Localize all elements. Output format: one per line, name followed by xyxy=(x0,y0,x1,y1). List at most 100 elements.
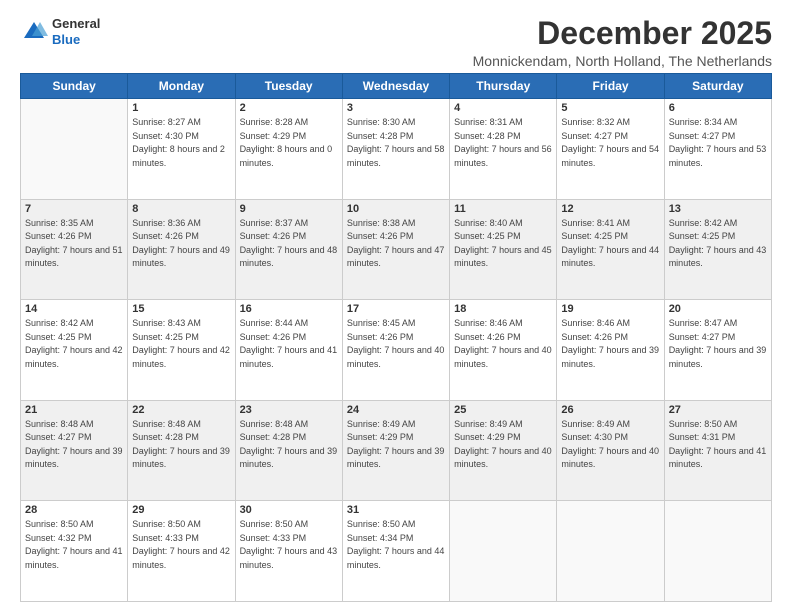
weekday-header-monday: Monday xyxy=(128,74,235,99)
day-info: Sunrise: 8:48 AMSunset: 4:27 PMDaylight:… xyxy=(25,418,123,472)
calendar-cell xyxy=(450,501,557,602)
day-info: Sunrise: 8:49 AMSunset: 4:29 PMDaylight:… xyxy=(347,418,445,472)
day-info: Sunrise: 8:30 AMSunset: 4:28 PMDaylight:… xyxy=(347,116,445,170)
calendar-page: General Blue December 2025 Monnickendam,… xyxy=(0,0,792,612)
calendar-cell: 22 Sunrise: 8:48 AMSunset: 4:28 PMDayligh… xyxy=(128,400,235,501)
day-number: 3 xyxy=(347,102,445,114)
day-info: Sunrise: 8:35 AMSunset: 4:26 PMDaylight:… xyxy=(25,217,123,271)
weekday-header-friday: Friday xyxy=(557,74,664,99)
day-number: 31 xyxy=(347,504,445,516)
day-info: Sunrise: 8:38 AMSunset: 4:26 PMDaylight:… xyxy=(347,217,445,271)
calendar-cell: 29 Sunrise: 8:50 AMSunset: 4:33 PMDayligh… xyxy=(128,501,235,602)
calendar-header-row: SundayMondayTuesdayWednesdayThursdayFrid… xyxy=(21,74,772,99)
calendar-cell: 24 Sunrise: 8:49 AMSunset: 4:29 PMDayligh… xyxy=(342,400,449,501)
day-number: 26 xyxy=(561,404,659,416)
calendar-cell: 28Sunrise: 8:50 AMSunset: 4:32 PMDayligh… xyxy=(21,501,128,602)
day-number: 8 xyxy=(132,203,230,215)
weekday-header-tuesday: Tuesday xyxy=(235,74,342,99)
day-info: Sunrise: 8:28 AMSunset: 4:29 PMDaylight:… xyxy=(240,116,338,170)
calendar-cell: 4 Sunrise: 8:31 AMSunset: 4:28 PMDaylight… xyxy=(450,99,557,200)
calendar-cell: 25Sunrise: 8:49 AMSunset: 4:29 PMDayligh… xyxy=(450,400,557,501)
day-number: 9 xyxy=(240,203,338,215)
calendar-cell: 30Sunrise: 8:50 AMSunset: 4:33 PMDayligh… xyxy=(235,501,342,602)
weekday-header-sunday: Sunday xyxy=(21,74,128,99)
day-number: 6 xyxy=(669,102,767,114)
day-info: Sunrise: 8:50 AMSunset: 4:31 PMDaylight:… xyxy=(669,418,767,472)
day-number: 10 xyxy=(347,203,445,215)
day-info: Sunrise: 8:37 AMSunset: 4:26 PMDaylight:… xyxy=(240,217,338,271)
calendar-cell: 18 Sunrise: 8:46 AMSunset: 4:26 PMDayligh… xyxy=(450,300,557,401)
day-info: Sunrise: 8:34 AMSunset: 4:27 PMDaylight:… xyxy=(669,116,767,170)
day-number: 28 xyxy=(25,504,123,516)
day-number: 12 xyxy=(561,203,659,215)
logo: General Blue xyxy=(20,16,100,47)
day-info: Sunrise: 8:40 AMSunset: 4:25 PMDaylight:… xyxy=(454,217,552,271)
calendar-cell: 2 Sunrise: 8:28 AMSunset: 4:29 PMDaylight… xyxy=(235,99,342,200)
day-number: 21 xyxy=(25,404,123,416)
calendar-cell: 7Sunrise: 8:35 AMSunset: 4:26 PMDaylight… xyxy=(21,199,128,300)
day-info: Sunrise: 8:48 AMSunset: 4:28 PMDaylight:… xyxy=(132,418,230,472)
day-number: 11 xyxy=(454,203,552,215)
location: Monnickendam, North Holland, The Netherl… xyxy=(473,53,772,69)
day-info: Sunrise: 8:50 AMSunset: 4:33 PMDaylight:… xyxy=(132,518,230,572)
calendar-cell: 20Sunrise: 8:47 AMSunset: 4:27 PMDayligh… xyxy=(664,300,771,401)
calendar-cell: 3 Sunrise: 8:30 AMSunset: 4:28 PMDaylight… xyxy=(342,99,449,200)
calendar-cell: 10 Sunrise: 8:38 AMSunset: 4:26 PMDayligh… xyxy=(342,199,449,300)
weekday-header-thursday: Thursday xyxy=(450,74,557,99)
day-number: 22 xyxy=(132,404,230,416)
calendar-cell: 13Sunrise: 8:42 AMSunset: 4:25 PMDayligh… xyxy=(664,199,771,300)
logo-line2: Blue xyxy=(52,32,100,48)
day-number: 20 xyxy=(669,303,767,315)
day-number: 29 xyxy=(132,504,230,516)
day-info: Sunrise: 8:42 AMSunset: 4:25 PMDaylight:… xyxy=(669,217,767,271)
calendar-cell: 14Sunrise: 8:42 AMSunset: 4:25 PMDayligh… xyxy=(21,300,128,401)
header: General Blue December 2025 Monnickendam,… xyxy=(20,16,772,69)
calendar-cell: 26 Sunrise: 8:49 AMSunset: 4:30 PMDayligh… xyxy=(557,400,664,501)
calendar-cell: 27 Sunrise: 8:50 AMSunset: 4:31 PMDayligh… xyxy=(664,400,771,501)
day-number: 27 xyxy=(669,404,767,416)
day-info: Sunrise: 8:46 AMSunset: 4:26 PMDaylight:… xyxy=(454,317,552,371)
month-title: December 2025 xyxy=(473,16,772,51)
calendar-cell: 16Sunrise: 8:44 AMSunset: 4:26 PMDayligh… xyxy=(235,300,342,401)
day-number: 2 xyxy=(240,102,338,114)
day-info: Sunrise: 8:43 AMSunset: 4:25 PMDaylight:… xyxy=(132,317,230,371)
calendar-cell: 8Sunrise: 8:36 AMSunset: 4:26 PMDaylight… xyxy=(128,199,235,300)
calendar-week-row: 14Sunrise: 8:42 AMSunset: 4:25 PMDayligh… xyxy=(21,300,772,401)
calendar-cell: 19Sunrise: 8:46 AMSunset: 4:26 PMDayligh… xyxy=(557,300,664,401)
title-block: December 2025 Monnickendam, North Hollan… xyxy=(473,16,772,69)
day-info: Sunrise: 8:50 AMSunset: 4:33 PMDaylight:… xyxy=(240,518,338,572)
calendar-cell xyxy=(664,501,771,602)
day-info: Sunrise: 8:48 AMSunset: 4:28 PMDaylight:… xyxy=(240,418,338,472)
calendar-cell: 1 Sunrise: 8:27 AMSunset: 4:30 PMDaylight… xyxy=(128,99,235,200)
day-info: Sunrise: 8:27 AMSunset: 4:30 PMDaylight:… xyxy=(132,116,230,170)
day-info: Sunrise: 8:49 AMSunset: 4:30 PMDaylight:… xyxy=(561,418,659,472)
calendar-cell xyxy=(557,501,664,602)
calendar-cell: 23Sunrise: 8:48 AMSunset: 4:28 PMDayligh… xyxy=(235,400,342,501)
logo-line1: General xyxy=(52,16,100,32)
calendar-cell: 17Sunrise: 8:45 AMSunset: 4:26 PMDayligh… xyxy=(342,300,449,401)
day-number: 16 xyxy=(240,303,338,315)
day-info: Sunrise: 8:46 AMSunset: 4:26 PMDaylight:… xyxy=(561,317,659,371)
day-info: Sunrise: 8:49 AMSunset: 4:29 PMDaylight:… xyxy=(454,418,552,472)
calendar-cell: 6 Sunrise: 8:34 AMSunset: 4:27 PMDaylight… xyxy=(664,99,771,200)
calendar-cell: 15 Sunrise: 8:43 AMSunset: 4:25 PMDayligh… xyxy=(128,300,235,401)
day-number: 17 xyxy=(347,303,445,315)
day-number: 1 xyxy=(132,102,230,114)
calendar-table: SundayMondayTuesdayWednesdayThursdayFrid… xyxy=(20,73,772,602)
calendar-cell: 11 Sunrise: 8:40 AMSunset: 4:25 PMDayligh… xyxy=(450,199,557,300)
day-number: 4 xyxy=(454,102,552,114)
calendar-cell: 31Sunrise: 8:50 AMSunset: 4:34 PMDayligh… xyxy=(342,501,449,602)
day-number: 18 xyxy=(454,303,552,315)
day-info: Sunrise: 8:32 AMSunset: 4:27 PMDaylight:… xyxy=(561,116,659,170)
day-info: Sunrise: 8:31 AMSunset: 4:28 PMDaylight:… xyxy=(454,116,552,170)
weekday-header-saturday: Saturday xyxy=(664,74,771,99)
calendar-week-row: 1 Sunrise: 8:27 AMSunset: 4:30 PMDaylight… xyxy=(21,99,772,200)
calendar-body: 1 Sunrise: 8:27 AMSunset: 4:30 PMDaylight… xyxy=(21,99,772,602)
day-info: Sunrise: 8:41 AMSunset: 4:25 PMDaylight:… xyxy=(561,217,659,271)
day-number: 24 xyxy=(347,404,445,416)
calendar-cell xyxy=(21,99,128,200)
calendar-cell: 9 Sunrise: 8:37 AMSunset: 4:26 PMDaylight… xyxy=(235,199,342,300)
logo-icon xyxy=(20,18,48,46)
calendar-week-row: 28Sunrise: 8:50 AMSunset: 4:32 PMDayligh… xyxy=(21,501,772,602)
day-number: 15 xyxy=(132,303,230,315)
